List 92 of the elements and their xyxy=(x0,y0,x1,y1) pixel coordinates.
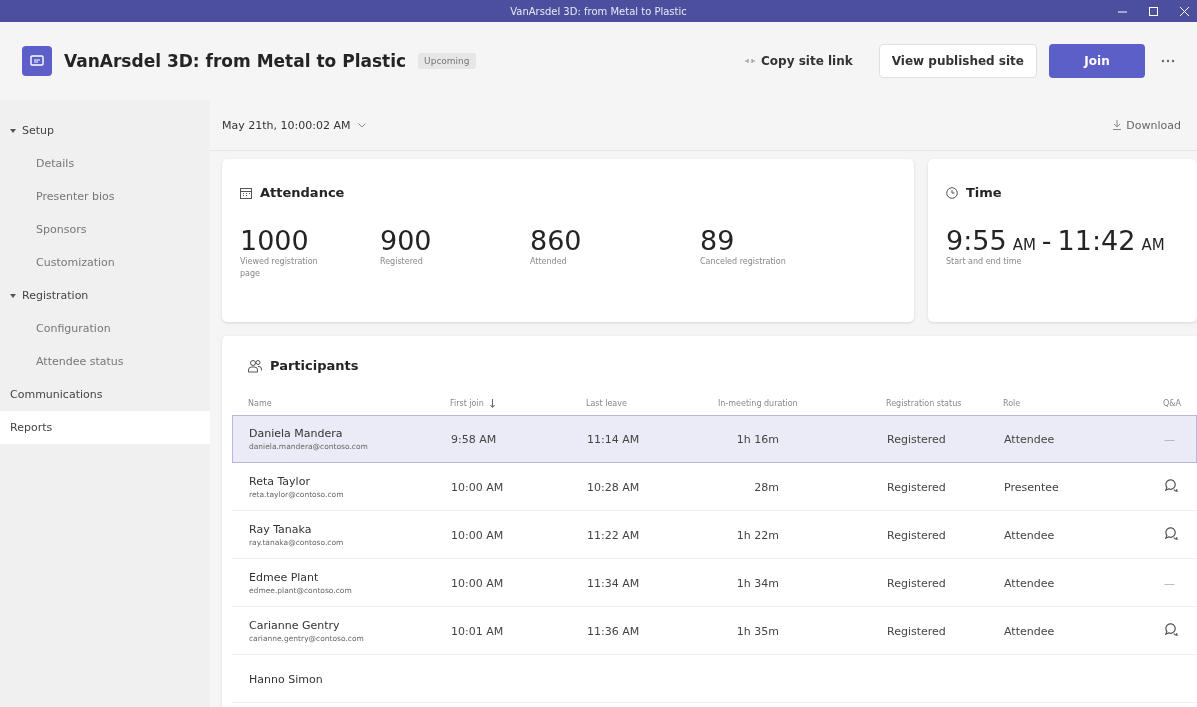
question-bubble-icon xyxy=(1164,477,1179,493)
stat-label: Registered xyxy=(380,256,424,268)
download-icon xyxy=(1113,120,1122,130)
table-cell-text: Registered xyxy=(887,432,947,446)
sidebar-item[interactable]: Communications xyxy=(0,378,210,411)
table-cell-text: Attendee xyxy=(1004,432,1056,446)
table-cell-text: — xyxy=(1164,432,1176,446)
sidebar-item[interactable]: Sponsors xyxy=(0,213,210,246)
download-button[interactable]: Download xyxy=(1107,117,1187,133)
sidebar-item[interactable]: Configuration xyxy=(0,312,210,345)
stat-value: 89 xyxy=(700,226,736,256)
start-time: 9:55 xyxy=(946,226,1007,256)
time-separator: - xyxy=(1041,226,1052,256)
table-cell-text: Presentee xyxy=(1004,480,1060,494)
chevron-down-icon xyxy=(358,122,367,128)
column-header[interactable]: Role xyxy=(1003,398,1163,408)
card-title: Participants xyxy=(270,358,359,373)
maximize-icon[interactable] xyxy=(1149,6,1158,16)
caret-down-icon xyxy=(10,292,16,299)
participant-name: Reta Taylor xyxy=(249,475,311,488)
table-cell-text: 10:00 AM xyxy=(451,528,505,542)
stat-value: 900 xyxy=(380,226,433,256)
participant-name: Carianne Gentry xyxy=(249,619,341,632)
clock-icon xyxy=(946,186,958,199)
question-bubble-icon xyxy=(1164,621,1179,637)
status-badge: Upcoming xyxy=(418,53,476,69)
table-cell-text: Attendee xyxy=(1004,528,1056,542)
caret-down-icon xyxy=(10,127,16,134)
time-period: AM xyxy=(1012,236,1036,254)
table-cell-text: 10:28 AM xyxy=(587,480,641,494)
table-cell-text: 9:58 AM xyxy=(451,432,498,446)
column-header[interactable]: Registration status xyxy=(886,398,1003,408)
table-cell-text: 10:01 AM xyxy=(451,624,505,638)
join-button[interactable]: Join xyxy=(1049,44,1145,78)
end-time: 11:42 xyxy=(1057,226,1136,256)
stat-value: 860 xyxy=(530,226,583,256)
copy-link-button[interactable]: Copy site link xyxy=(739,53,859,69)
participant-name: Ray Tanaka xyxy=(249,523,313,536)
sidebar-item[interactable]: Customization xyxy=(0,246,210,279)
session-dropdown[interactable]: May 21th, 10:00:02 AM xyxy=(222,118,367,132)
table-cell-text: 1h 16m xyxy=(735,432,779,446)
table-cell-text: Attendee xyxy=(1004,576,1056,590)
table-cell-text: 1h 34m xyxy=(735,576,779,590)
stat-label: Attended xyxy=(530,256,568,268)
stat-label: Start and end time xyxy=(946,256,1023,268)
table-cell-text: 1h 35m xyxy=(735,624,779,638)
participant-row[interactable]: Hanno Simon xyxy=(232,655,1197,703)
table-cell-text: 11:22 AM xyxy=(587,528,641,542)
sidebar-item[interactable]: Reports xyxy=(0,411,210,444)
table-cell-text: Registered xyxy=(887,528,947,542)
stat-label: Canceled registration xyxy=(700,256,787,268)
time-period: AM xyxy=(1141,236,1165,254)
window-title: VanArsdel 3D: from Metal to Plastic xyxy=(510,5,687,17)
question-bubble-icon xyxy=(1164,525,1179,541)
table-cell-text: 1h 22m xyxy=(735,528,779,542)
card-title: Attendance xyxy=(260,185,345,200)
sidebar-item[interactable]: Setup xyxy=(0,114,210,147)
table-cell-text: 10:00 AM xyxy=(451,576,505,590)
table-cell-text: 11:36 AM xyxy=(587,624,641,638)
event-title: VanArsdel 3D: from Metal to Plastic xyxy=(64,51,407,71)
link-icon xyxy=(745,58,756,64)
table-cell-text: — xyxy=(1164,576,1176,590)
table-cell-text: Registered xyxy=(887,480,947,494)
calendar-icon xyxy=(240,186,252,199)
view-site-button[interactable]: View published site xyxy=(878,44,1037,78)
table-cell-text: Attendee xyxy=(1004,624,1056,638)
stat-value: 1000 xyxy=(240,226,310,256)
sort-arrow-icon xyxy=(489,398,495,408)
participant-name: Hanno Simon xyxy=(249,672,324,686)
sidebar-item[interactable]: Presenter bios xyxy=(0,180,210,213)
column-header[interactable]: Q&A xyxy=(1163,398,1197,408)
table-cell-text: 10:00 AM xyxy=(451,480,505,494)
more-icon xyxy=(1161,59,1175,63)
table-cell-text: Registered xyxy=(887,624,947,638)
sidebar-item[interactable]: Attendee status xyxy=(0,345,210,378)
app-icon xyxy=(22,46,52,76)
card-title: Time xyxy=(966,185,1002,200)
people-icon xyxy=(248,358,262,373)
column-header[interactable]: First join xyxy=(450,398,586,408)
sidebar-item[interactable]: Registration xyxy=(0,279,210,312)
column-header[interactable]: Last leave xyxy=(586,398,718,408)
table-cell-text: 11:34 AM xyxy=(587,576,641,590)
column-header[interactable]: Name xyxy=(248,398,450,408)
close-icon[interactable] xyxy=(1180,6,1189,16)
participant-name: Edmee Plant xyxy=(249,571,320,584)
table-cell-text: 28m xyxy=(753,480,779,494)
column-header[interactable]: In-meeting duration xyxy=(718,398,886,408)
stat-label: Viewed registration page xyxy=(240,256,319,280)
sidebar-item[interactable]: Details xyxy=(0,147,210,180)
table-cell-text: 11:14 AM xyxy=(587,432,641,446)
table-cell-text: Registered xyxy=(887,576,947,590)
participant-name: Daniela Mandera xyxy=(249,427,344,440)
